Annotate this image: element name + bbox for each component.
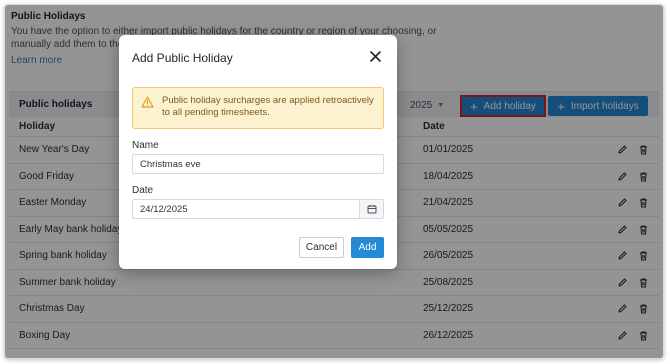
- alert-message: Public holiday surcharges are applied re…: [162, 95, 374, 118]
- calendar-icon: [367, 205, 376, 214]
- date-value: 24/12/2025: [140, 203, 188, 215]
- name-label: Name: [132, 140, 159, 151]
- app-window: Public Holidays You have the option to e…: [4, 4, 664, 359]
- name-field[interactable]: Christmas eve: [132, 154, 384, 174]
- date-field[interactable]: 24/12/2025: [132, 199, 384, 219]
- calendar-button[interactable]: [359, 200, 383, 218]
- close-button[interactable]: [367, 48, 383, 64]
- add-button[interactable]: Add: [351, 237, 384, 258]
- add-public-holiday-dialog: Add Public Holiday Public holiday surcha…: [119, 35, 397, 269]
- dialog-title: Add Public Holiday: [132, 51, 233, 65]
- warning-alert: Public holiday surcharges are applied re…: [132, 87, 384, 129]
- close-icon: [369, 50, 381, 62]
- date-label: Date: [132, 185, 154, 196]
- cancel-button[interactable]: Cancel: [299, 237, 344, 258]
- warning-icon: [141, 96, 154, 108]
